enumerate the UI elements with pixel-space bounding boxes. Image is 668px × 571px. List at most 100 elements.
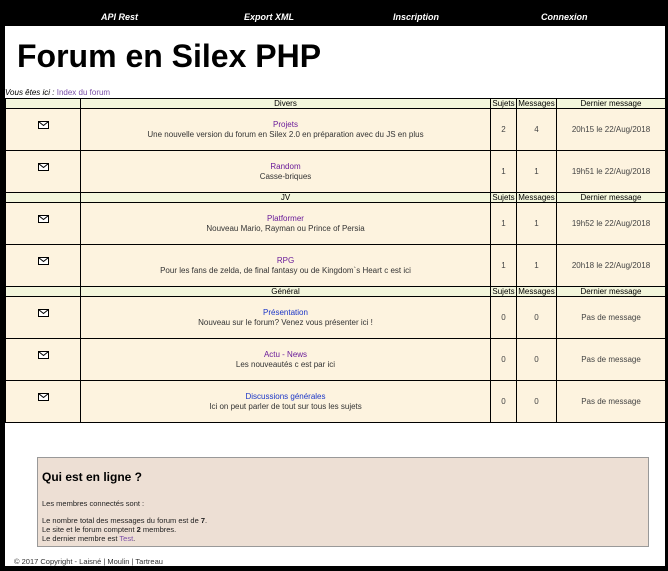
category-header: JV Sujets Messages Dernier message [5, 192, 666, 203]
forum-info: Platformer Nouveau Mario, Rayman ou Princ… [80, 202, 491, 245]
count-prefix: Le site et le forum comptent [42, 525, 137, 534]
col-sujets: Sujets [490, 192, 517, 203]
nav-inscription[interactable]: Inscription [393, 12, 439, 22]
page-title: Forum en Silex PHP [17, 38, 322, 74]
forum-table: Divers Sujets Messages Dernier message Proje… [5, 98, 666, 423]
col-sujets: Sujets [490, 286, 517, 297]
forum-info: Projets Une nouvelle version du forum en … [80, 108, 491, 151]
forum-info: RPG Pour les fans de zelda, de final fant… [80, 244, 491, 287]
forum-last-message: 20h18 le 22/Aug/2018 [556, 244, 666, 287]
forum-icon-cell [5, 150, 81, 193]
forum-last-message: 20h15 le 22/Aug/2018 [556, 108, 666, 151]
forum-description: Les nouveautés c est par ici [235, 360, 336, 369]
total-suffix: . [205, 516, 208, 525]
forum-info: Présentation Nouveau sur le forum? Venez … [80, 296, 491, 339]
envelope-icon [37, 392, 49, 401]
forum-row: Random Casse-briques 1 1 19h51 le 22/Aug/201… [5, 150, 666, 193]
count-suffix: membres. [140, 525, 177, 534]
forum-messages: 1 [516, 244, 557, 287]
category-icon-cell [5, 192, 81, 203]
col-sujets: Sujets [490, 98, 517, 109]
forum-link[interactable]: Random [81, 162, 490, 171]
forum-info: Actu - News Les nouveautés c est par ici [80, 338, 491, 381]
category-name: Divers [80, 98, 491, 109]
envelope-icon [37, 256, 49, 265]
forum-messages: 0 [516, 380, 557, 423]
forum-description: Pour les fans de zelda, de final fantasy… [160, 266, 411, 275]
forum-row: Platformer Nouveau Mario, Rayman ou Princ… [5, 202, 666, 245]
breadcrumb-prefix: Vous êtes ici : [5, 88, 57, 97]
forum-last-message: 19h52 le 22/Aug/2018 [556, 202, 666, 245]
forum-row: Présentation Nouveau sur le forum? Venez … [5, 296, 666, 339]
forum-description: Nouveau sur le forum? Venez vous présent… [198, 318, 373, 327]
footer-copyright: © 2017 Copyright - Laisné | Moulin | Tar… [14, 557, 163, 566]
forum-icon-cell [5, 108, 81, 151]
col-dernier-message: Dernier message [556, 98, 666, 109]
forum-sujets: 2 [490, 108, 517, 151]
forum-messages: 0 [516, 338, 557, 381]
online-member-count: Le site et le forum comptent 2 membres. [42, 525, 176, 534]
forum-sujets: 1 [490, 244, 517, 287]
col-messages: Messages [516, 286, 557, 297]
forum-info: Discussions générales Ici on peut parler … [80, 380, 491, 423]
last-prefix: Le dernier membre est [42, 534, 120, 543]
forum-link[interactable]: RPG [81, 256, 490, 265]
forum-description: Casse-briques [259, 172, 312, 181]
envelope-icon [37, 350, 49, 359]
forum-messages: 1 [516, 202, 557, 245]
forum-last-message: 19h51 le 22/Aug/2018 [556, 150, 666, 193]
forum-description: Ici on peut parler de tout sur tous les … [209, 402, 362, 411]
forum-row: Projets Une nouvelle version du forum en … [5, 108, 666, 151]
page-content: Forum en Silex PHP Vous êtes ici : Index… [5, 26, 666, 566]
forum-icon-cell [5, 338, 81, 381]
forum-link[interactable]: Actu - News [81, 350, 490, 359]
category-name: Général [80, 286, 491, 297]
forum-icon-cell [5, 244, 81, 287]
forum-description: Nouveau Mario, Rayman ou Prince of Persi… [206, 224, 365, 233]
col-dernier-message: Dernier message [556, 192, 666, 203]
online-last-member: Le dernier membre est Test. [42, 534, 135, 543]
forum-sujets: 1 [490, 202, 517, 245]
top-nav: API Rest Export XML Inscription Connexio… [0, 0, 668, 26]
last-suffix: . [133, 534, 136, 543]
last-member-link[interactable]: Test [119, 534, 133, 543]
forum-icon-cell [5, 296, 81, 339]
category-name: JV [80, 192, 491, 203]
category-header: Général Sujets Messages Dernier message [5, 286, 666, 297]
forum-description: Une nouvelle version du forum en Silex 2… [147, 130, 424, 139]
forum-row: Discussions générales Ici on peut parler … [5, 380, 666, 423]
online-title: Qui est en ligne ? [42, 470, 143, 484]
forum-link[interactable]: Discussions générales [81, 392, 490, 401]
forum-last-message: Pas de message [556, 338, 666, 381]
forum-icon-cell [5, 380, 81, 423]
forum-link[interactable]: Projets [81, 120, 490, 129]
online-total-messages: Le nombre total des messages du forum es… [42, 516, 207, 525]
envelope-icon [37, 308, 49, 317]
online-members-line: Les membres connectés sont : [42, 499, 145, 508]
forum-sujets: 0 [490, 296, 517, 339]
breadcrumb: Vous êtes ici : Index du forum [5, 88, 110, 97]
forum-sujets: 0 [490, 338, 517, 381]
nav-connexion[interactable]: Connexion [541, 12, 588, 22]
col-messages: Messages [516, 192, 557, 203]
envelope-icon [37, 120, 49, 129]
forum-messages: 4 [516, 108, 557, 151]
category-header: Divers Sujets Messages Dernier message [5, 98, 666, 109]
col-messages: Messages [516, 98, 557, 109]
forum-link[interactable]: Présentation [81, 308, 490, 317]
category-icon-cell [5, 98, 81, 109]
nav-api-rest[interactable]: API Rest [101, 12, 138, 22]
forum-last-message: Pas de message [556, 380, 666, 423]
who-is-online-panel: Qui est en ligne ? Les membres connectés… [37, 457, 649, 547]
total-prefix: Le nombre total des messages du forum es… [42, 516, 201, 525]
nav-export-xml[interactable]: Export XML [244, 12, 294, 22]
forum-row: RPG Pour les fans de zelda, de final fant… [5, 244, 666, 287]
forum-messages: 0 [516, 296, 557, 339]
forum-link[interactable]: Platformer [81, 214, 490, 223]
forum-sujets: 1 [490, 150, 517, 193]
envelope-icon [37, 214, 49, 223]
forum-messages: 1 [516, 150, 557, 193]
forum-icon-cell [5, 202, 81, 245]
breadcrumb-index-link[interactable]: Index du forum [57, 88, 110, 97]
forum-last-message: Pas de message [556, 296, 666, 339]
